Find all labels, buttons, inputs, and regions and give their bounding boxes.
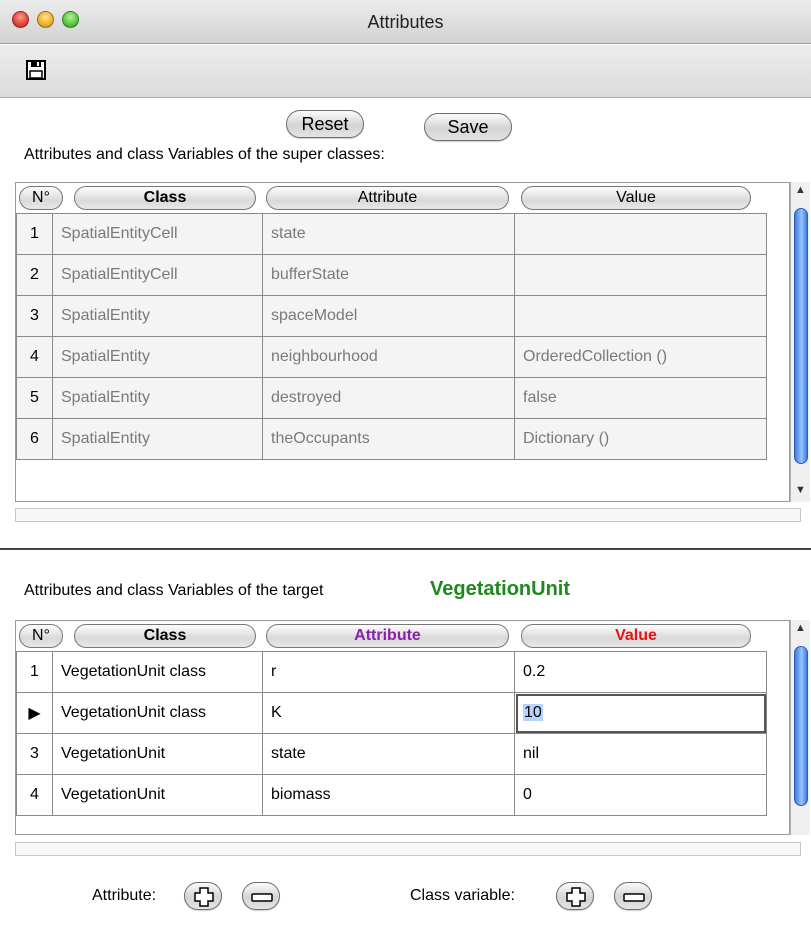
row-number-cell[interactable]: ▶ <box>16 692 53 734</box>
class-cell[interactable]: SpatialEntity <box>52 418 263 460</box>
plus-icon <box>194 887 214 907</box>
table-row[interactable]: 4 SpatialEntity neighbourhood OrderedCollec… <box>16 336 767 378</box>
class-cell[interactable]: VegetationUnit class <box>52 651 263 693</box>
value-cell[interactable] <box>514 295 767 337</box>
row-number-cell[interactable]: 5 <box>16 377 53 419</box>
row-number-cell[interactable]: 1 <box>16 213 53 255</box>
scroll-up-arrow-icon[interactable]: ▲ <box>795 622 806 634</box>
target-table-header: N° Class Attribute Value <box>16 621 789 651</box>
table-row[interactable]: 1 VegetationUnit class r 0.2 <box>16 651 767 693</box>
column-header-number[interactable]: N° <box>19 624 63 648</box>
class-cell[interactable]: VegetationUnit <box>52 733 263 775</box>
value-cell[interactable]: 0.2 <box>514 651 767 693</box>
super-table-body: 1 SpatialEntityCell state 2 SpatialEntityCel… <box>16 213 767 460</box>
column-header-attribute[interactable]: Attribute <box>266 186 509 210</box>
column-header-attribute[interactable]: Attribute <box>266 624 509 648</box>
attribute-cell[interactable]: theOccupants <box>262 418 515 460</box>
table-row[interactable]: 2 SpatialEntityCell bufferState <box>16 254 767 296</box>
attribute-cell[interactable]: biomass <box>262 774 515 816</box>
row-number-cell[interactable]: 1 <box>16 651 53 693</box>
attribute-cell[interactable]: state <box>262 733 515 775</box>
remove-class-variable-button[interactable] <box>614 882 652 910</box>
class-cell[interactable]: VegetationUnit class <box>52 692 263 734</box>
table-row[interactable]: 6 SpatialEntity theOccupants Dictionary () <box>16 418 767 460</box>
super-table-scrollbar[interactable]: ▲ ▼ <box>790 182 810 502</box>
save-button[interactable]: Save <box>424 113 512 141</box>
value-edit-field[interactable]: 10 <box>523 704 543 721</box>
attribute-cell[interactable]: r <box>262 651 515 693</box>
scroll-thumb[interactable] <box>794 646 808 806</box>
column-header-value[interactable]: Value <box>521 186 751 210</box>
row-number-cell[interactable]: 4 <box>16 336 53 378</box>
plus-icon <box>566 887 586 907</box>
minus-icon <box>251 893 273 902</box>
table-row[interactable]: ▶ VegetationUnit class K 10 <box>16 692 767 734</box>
row-number-cell[interactable]: 2 <box>16 254 53 296</box>
target-table-horizontal-scrollbar[interactable] <box>15 842 801 856</box>
attribute-cell[interactable]: bufferState <box>262 254 515 296</box>
minus-icon <box>623 893 645 902</box>
target-table-body: 1 VegetationUnit class r 0.2 ▶ VegetationUnit… <box>16 651 767 816</box>
row-number-cell[interactable]: 3 <box>16 733 53 775</box>
column-header-value[interactable]: Value <box>521 624 751 648</box>
target-class-table: N° Class Attribute Value 1 VegetationUnit… <box>15 620 790 835</box>
value-cell[interactable]: Dictionary () <box>514 418 767 460</box>
attribute-cell[interactable]: spaceModel <box>262 295 515 337</box>
value-cell[interactable]: 0 <box>514 774 767 816</box>
class-cell[interactable]: SpatialEntityCell <box>52 213 263 255</box>
table-row[interactable]: 3 SpatialEntity spaceModel <box>16 295 767 337</box>
super-table-horizontal-scrollbar[interactable] <box>15 508 801 522</box>
add-attribute-button[interactable] <box>184 882 222 910</box>
class-cell[interactable]: SpatialEntity <box>52 377 263 419</box>
class-cell[interactable]: SpatialEntity <box>52 295 263 337</box>
value-cell[interactable]: nil <box>514 733 767 775</box>
row-number-cell[interactable]: 3 <box>16 295 53 337</box>
row-number-cell[interactable]: 4 <box>16 774 53 816</box>
floppy-disk-icon[interactable] <box>26 60 46 80</box>
attribute-cell[interactable]: destroyed <box>262 377 515 419</box>
table-row[interactable]: 4 VegetationUnit biomass 0 <box>16 774 767 816</box>
window-title: Attributes <box>367 12 444 32</box>
attribute-label: Attribute: <box>92 887 157 904</box>
column-header-class[interactable]: Class <box>74 186 256 210</box>
target-table-scrollbar[interactable]: ▲ <box>790 620 810 835</box>
super-classes-table: N° Class Attribute Value 1 SpatialEntityC… <box>15 182 790 502</box>
column-header-number[interactable]: N° <box>19 186 63 210</box>
super-table-header: N° Class Attribute Value <box>16 183 789 213</box>
attribute-cell[interactable]: neighbourhood <box>262 336 515 378</box>
reset-button[interactable]: Reset <box>286 110 364 138</box>
attribute-cell[interactable]: K <box>262 692 515 734</box>
value-cell[interactable] <box>514 213 767 255</box>
target-classes-label: Attributes and class Variables of the ta… <box>24 582 324 599</box>
super-classes-label: Attributes and class Variables of the su… <box>24 146 385 163</box>
value-cell[interactable]: OrderedCollection () <box>514 336 767 378</box>
value-cell[interactable] <box>514 254 767 296</box>
table-row[interactable]: 1 SpatialEntityCell state <box>16 213 767 255</box>
scroll-thumb[interactable] <box>794 208 808 464</box>
scroll-up-arrow-icon[interactable]: ▲ <box>795 184 806 196</box>
window-title-bar: Attributes <box>0 0 811 44</box>
pane-splitter[interactable] <box>0 548 811 550</box>
class-cell[interactable]: SpatialEntity <box>52 336 263 378</box>
row-number-cell[interactable]: 6 <box>16 418 53 460</box>
table-row[interactable]: 5 SpatialEntity destroyed false <box>16 377 767 419</box>
toolbar <box>0 45 811 98</box>
class-cell[interactable]: SpatialEntityCell <box>52 254 263 296</box>
value-cell[interactable]: 10 <box>514 692 767 734</box>
target-class-name: VegetationUnit <box>430 578 571 600</box>
column-header-class[interactable]: Class <box>74 624 256 648</box>
class-cell[interactable]: VegetationUnit <box>52 774 263 816</box>
add-class-variable-button[interactable] <box>556 882 594 910</box>
value-cell[interactable]: false <box>514 377 767 419</box>
class-variable-label: Class variable: <box>410 887 515 904</box>
remove-attribute-button[interactable] <box>242 882 280 910</box>
table-row[interactable]: 3 VegetationUnit state nil <box>16 733 767 775</box>
scroll-down-arrow-icon[interactable]: ▼ <box>795 484 806 496</box>
attribute-cell[interactable]: state <box>262 213 515 255</box>
